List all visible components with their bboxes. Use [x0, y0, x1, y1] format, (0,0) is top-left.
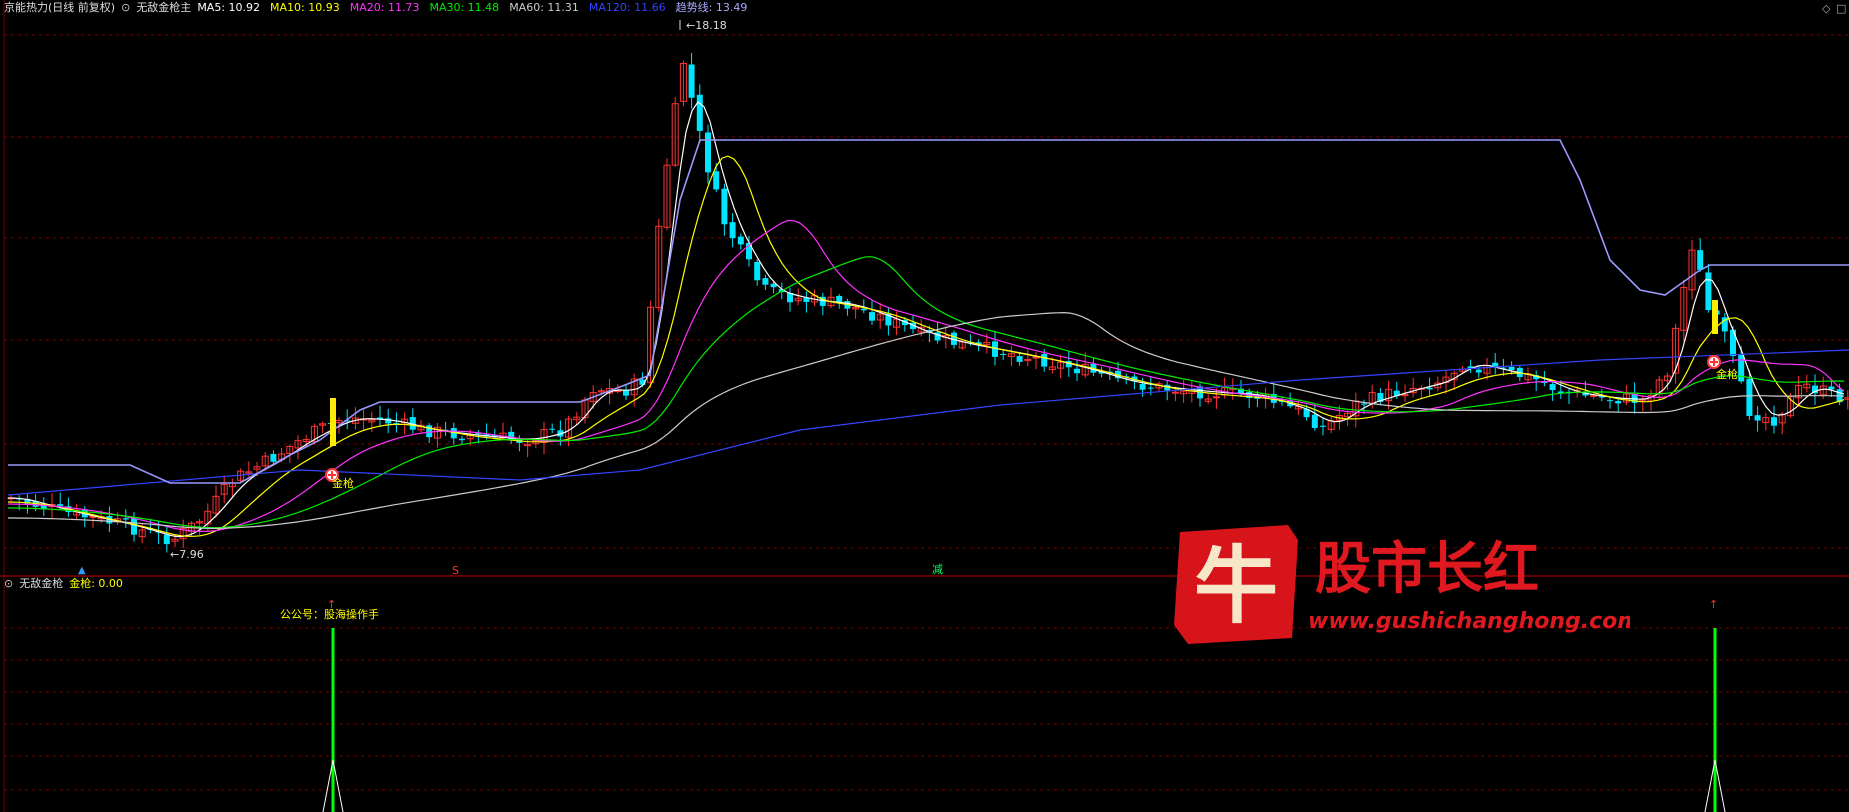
ma10-line [7, 155, 1845, 537]
candle-down [762, 278, 769, 285]
candle-down [1475, 369, 1482, 373]
trend-line [8, 139, 1849, 484]
up-arrow-icon: ↑ [327, 598, 336, 611]
candle-down [729, 222, 736, 239]
ma30-line [8, 256, 1845, 529]
candle-down [270, 454, 277, 462]
candle-down [1771, 417, 1777, 426]
ma20-line [7, 219, 1845, 532]
candle-down [1139, 384, 1146, 390]
up-arrow-icon: ↑ [1709, 598, 1718, 611]
candle-down [1016, 356, 1023, 362]
candle-down [1738, 355, 1745, 382]
candle-down [1147, 387, 1154, 389]
chart-annotations: ←18.18 ←7.96 金枪 金枪 ▲ S 减 公公号：股海操作手 ↑ ↑ [78, 19, 1738, 812]
brand-name: 股市长红 [1315, 536, 1539, 602]
jian-marker: 减 [932, 563, 943, 576]
candle-down [1426, 387, 1433, 390]
candle-down [754, 261, 761, 281]
candle-down [860, 308, 867, 311]
signal-label: 金枪 [332, 476, 354, 490]
brand-url: www.gushichanghong.com [1308, 609, 1630, 634]
ma-lines [7, 101, 1849, 538]
signal-label: 金枪 [1716, 367, 1738, 381]
candlesticks [7, 52, 1849, 553]
candle-down [869, 312, 875, 321]
candle-down [1615, 400, 1622, 404]
low-price-label: ←7.96 [170, 548, 204, 561]
candle-down [1705, 272, 1712, 310]
candle-up [1590, 394, 1598, 397]
watermark: 牛 股市长红 www.gushichanghong.com [1170, 520, 1630, 650]
grid-lines [4, 34, 1849, 791]
candle-down [1311, 414, 1318, 429]
candle-up [1212, 396, 1220, 399]
candle-down [1607, 400, 1613, 402]
candle-down [696, 94, 703, 131]
candle-down [1000, 353, 1007, 355]
ma60-line [8, 311, 1845, 529]
candle-down [1041, 354, 1048, 367]
candle-down [721, 188, 728, 225]
candle-down [688, 64, 695, 98]
candle-down [1549, 384, 1556, 391]
candle-down [1074, 368, 1080, 374]
candle-down [1828, 386, 1835, 390]
candle-down [737, 236, 744, 245]
candle-up [1171, 391, 1179, 394]
candle-down [163, 534, 170, 545]
candle-down [549, 428, 556, 430]
candle-up [1844, 397, 1849, 400]
candle-down [131, 518, 137, 535]
logo-character: 牛 [1194, 536, 1278, 635]
small-up-marker-icon: ▲ [78, 565, 86, 576]
candle-down [1508, 366, 1515, 371]
candle-down [1697, 250, 1704, 270]
candle-down [122, 518, 129, 520]
ma120-line [7, 349, 1849, 496]
candle-down [1320, 425, 1326, 427]
yellow-signal-bar [330, 398, 336, 446]
candle-down [836, 295, 843, 303]
candle-down [57, 504, 64, 506]
candle-down [1746, 378, 1753, 416]
s-marker: S [452, 564, 459, 577]
candle-down [713, 171, 720, 190]
candle-down [1754, 415, 1761, 421]
candle-down [459, 438, 465, 441]
candle-down [705, 132, 711, 173]
high-price-label: ←18.18 [686, 19, 727, 32]
yellow-signal-bar [1712, 300, 1718, 334]
candle-down [1361, 403, 1367, 405]
kline-chart-canvas[interactable]: ←18.18 ←7.96 金枪 金枪 ▲ S 减 公公号：股海操作手 ↑ ↑ [0, 0, 1849, 812]
